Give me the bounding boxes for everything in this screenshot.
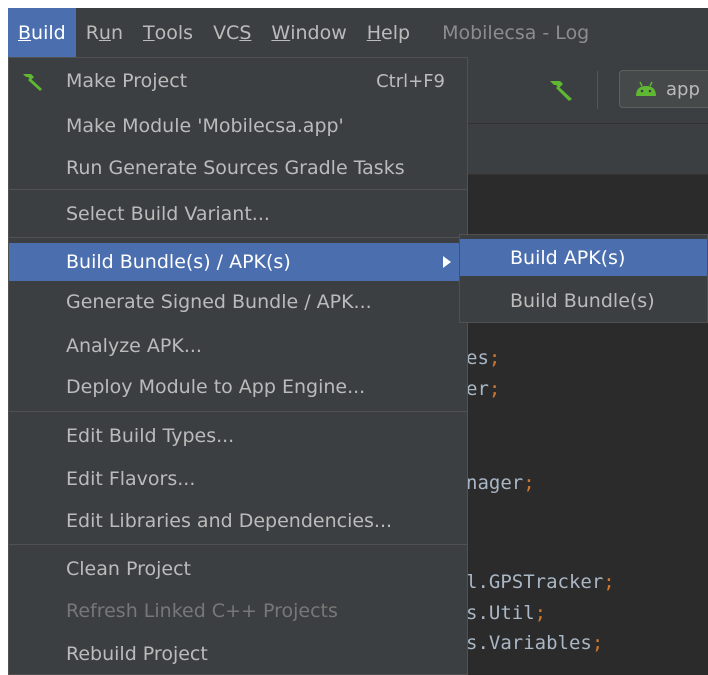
- hammer-icon[interactable]: [546, 77, 576, 101]
- edit-build-types-item[interactable]: Edit Build Types...: [9, 420, 467, 452]
- code-line: l.GPSTracker;: [466, 571, 615, 593]
- shortcut-label: Ctrl+F9: [376, 70, 445, 92]
- menu-build[interactable]: Build: [8, 8, 76, 57]
- toolbar-separator: [597, 71, 598, 109]
- menu-vcs[interactable]: VC S: [203, 8, 261, 57]
- menu-run[interactable]: Run: [76, 8, 133, 57]
- android-icon: [636, 81, 656, 96]
- build-bundle-item[interactable]: Build Bundle(s): [460, 282, 707, 319]
- edit-libraries-item[interactable]: Edit Libraries and Dependencies...: [9, 505, 467, 537]
- code-line: nager;: [466, 472, 535, 494]
- make-project-item[interactable]: Make Project Ctrl+F9: [9, 65, 467, 97]
- menu-window[interactable]: Window: [261, 8, 356, 57]
- menu-bar: Build Run Tools VC S Window Help Mobilecs…: [8, 8, 708, 57]
- hammer-icon: [23, 74, 42, 91]
- menu-tools[interactable]: Tools: [133, 8, 203, 57]
- rebuild-project-item[interactable]: Rebuild Project: [9, 638, 467, 670]
- analyze-apk-item[interactable]: Analyze APK...: [9, 330, 467, 362]
- window-title: Mobilecsa - Log: [442, 21, 590, 44]
- submenu-arrow-icon: [443, 256, 451, 268]
- select-build-variant-item[interactable]: Select Build Variant...: [9, 198, 467, 230]
- run-config-label: app: [666, 78, 700, 100]
- run-config-select[interactable]: app: [619, 70, 708, 108]
- menu-separator: [9, 189, 467, 190]
- build-bundle-submenu: Build APK(s) Build Bundle(s): [459, 234, 708, 323]
- clean-project-item[interactable]: Clean Project: [9, 553, 467, 585]
- menu-separator: [9, 237, 467, 238]
- menu-separator: [9, 411, 467, 412]
- menu-help[interactable]: Help: [357, 8, 420, 57]
- deploy-module-item[interactable]: Deploy Module to App Engine...: [9, 371, 467, 403]
- build-apk-item[interactable]: Build APK(s): [460, 239, 707, 276]
- code-line: s.Variables;: [466, 632, 604, 654]
- edit-flavors-item[interactable]: Edit Flavors...: [9, 463, 467, 495]
- menu-separator: [9, 544, 467, 545]
- generate-signed-bundle-item[interactable]: Generate Signed Bundle / APK...: [9, 286, 467, 318]
- run-generate-sources-item[interactable]: Run Generate Sources Gradle Tasks: [9, 152, 467, 184]
- code-line: s.Util;: [466, 602, 547, 624]
- code-line: es;: [466, 347, 501, 369]
- refresh-linked-cpp-item: Refresh Linked C++ Projects: [66, 600, 338, 622]
- build-bundle-apk-item[interactable]: Build Bundle(s) / APK(s): [9, 243, 467, 281]
- build-menu: Make Project Ctrl+F9 Make Module 'Mobile…: [8, 57, 468, 675]
- code-line: er;: [466, 378, 501, 400]
- make-module-item[interactable]: Make Module 'Mobilecsa.app': [9, 110, 467, 142]
